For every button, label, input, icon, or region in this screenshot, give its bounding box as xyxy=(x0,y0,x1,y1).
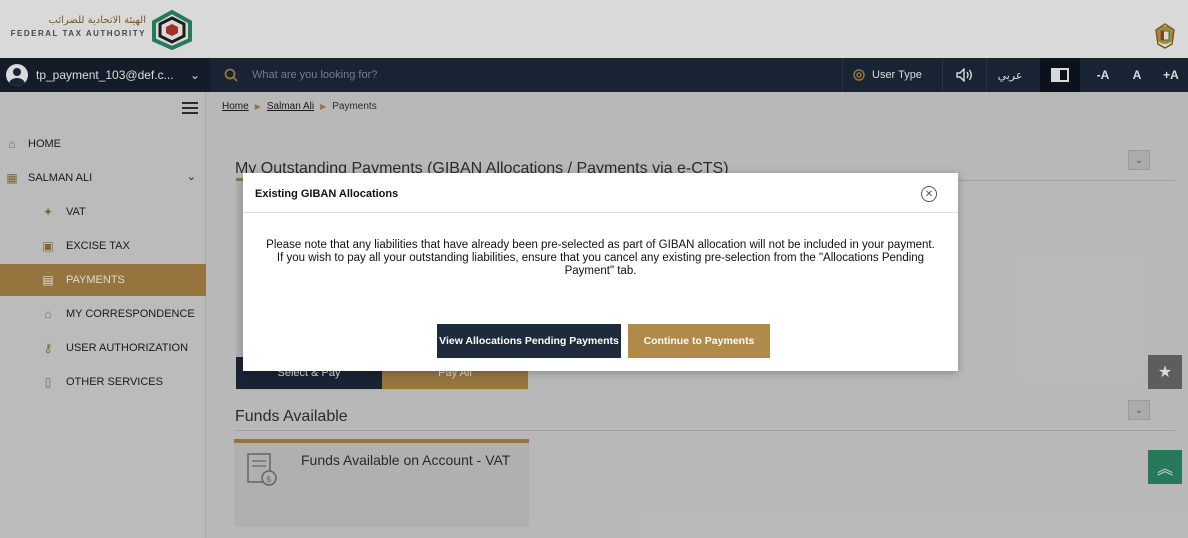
view-allocations-button[interactable]: View Allocations Pending Payments xyxy=(437,324,621,358)
continue-to-payments-button[interactable]: Continue to Payments xyxy=(628,324,770,358)
modal-title: Existing GIBAN Allocations xyxy=(255,188,399,200)
modal-message: Please note that any liabilities that ha… xyxy=(266,239,935,277)
giban-allocations-modal: Existing GIBAN Allocations ✕ Please note… xyxy=(243,173,958,371)
close-icon[interactable]: ✕ xyxy=(921,186,937,202)
modal-header: Existing GIBAN Allocations ✕ xyxy=(243,173,958,213)
